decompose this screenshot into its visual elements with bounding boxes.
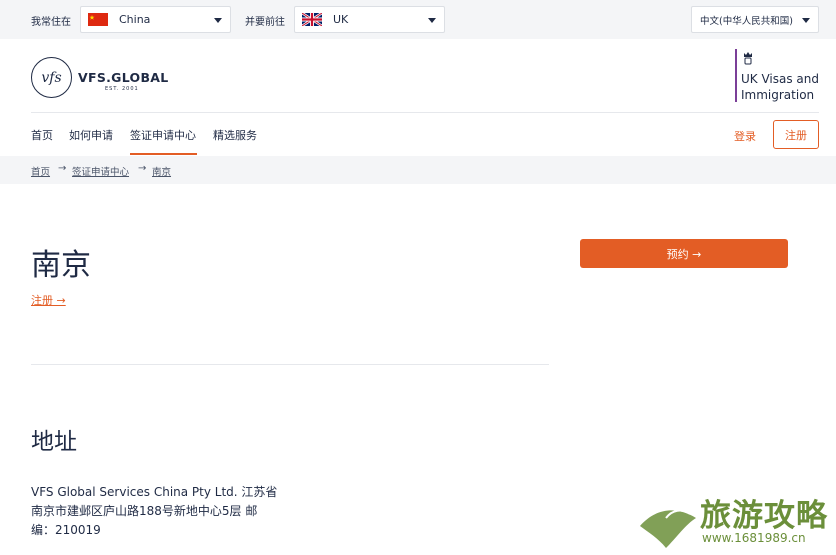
ukvi-line-2: Immigration: [741, 88, 815, 102]
section-divider: [31, 364, 549, 365]
register-button[interactable]: 注册: [773, 120, 819, 149]
destination-value: UK: [333, 13, 349, 26]
address-line-2: 南京市建邺区庐山路188号新地中心5层 邮: [31, 504, 258, 518]
ukvi-logo-text[interactable]: UK Visas and Immigration: [741, 71, 819, 103]
address-line-3: 编：210019: [31, 523, 101, 537]
header-divider: [31, 112, 819, 113]
chevron-down-icon: [802, 18, 810, 23]
register-link[interactable]: 注册 →: [31, 292, 66, 308]
logo-est: EST. 2001: [105, 86, 139, 92]
watermark-url: www.1681989.cn: [702, 531, 806, 545]
nav-item-featured-services[interactable]: 精选服务: [213, 127, 257, 143]
chevron-down-icon: [428, 18, 436, 23]
uk-flag-icon: [301, 11, 323, 28]
nav-item-home[interactable]: 首页: [31, 127, 53, 143]
logo-text[interactable]: VFS.GLOBAL: [78, 70, 169, 85]
watermark-text: 旅游攻略: [700, 498, 828, 534]
breadcrumb-home[interactable]: 首页: [31, 164, 50, 178]
nav-active-indicator: [130, 153, 197, 155]
ukvi-line-1: UK Visas and: [741, 72, 819, 86]
residence-label: 我常住在: [31, 17, 71, 28]
page-title: 南京: [31, 248, 91, 283]
arrow-right-icon: →: [58, 163, 67, 174]
top-bar: 我常住在 China 并要前往 UK 中文(中华人民共和国): [0, 0, 836, 39]
address-line-1: VFS Global Services China Pty Ltd. 江苏省: [31, 485, 278, 499]
destination-select[interactable]: UK: [294, 6, 445, 33]
arrow-right-icon: →: [138, 163, 147, 174]
residence-select[interactable]: China: [80, 6, 231, 33]
login-link[interactable]: 登录: [734, 128, 756, 144]
china-flag-icon: [88, 13, 108, 26]
book-appointment-button[interactable]: 预约 →: [580, 239, 788, 268]
destination-label: 并要前往: [245, 17, 285, 28]
address-heading: 地址: [31, 429, 77, 455]
vfs-logo-icon[interactable]: vfs: [31, 57, 72, 98]
breadcrumb-visa-centres[interactable]: 签证申请中心: [72, 164, 129, 178]
residence-value: China: [119, 13, 151, 26]
logo-mark: vfs: [41, 69, 62, 86]
nav-item-visa-centres[interactable]: 签证申请中心: [130, 127, 196, 143]
chevron-down-icon: [214, 18, 222, 23]
nav-item-how-to-apply[interactable]: 如何申请: [69, 127, 113, 143]
language-value: 中文(中华人民共和国): [700, 15, 793, 27]
ukvi-divider: [735, 49, 737, 102]
language-select[interactable]: 中文(中华人民共和国): [691, 6, 819, 33]
royal-crest-icon: [744, 52, 752, 65]
breadcrumb-current[interactable]: 南京: [152, 164, 171, 178]
